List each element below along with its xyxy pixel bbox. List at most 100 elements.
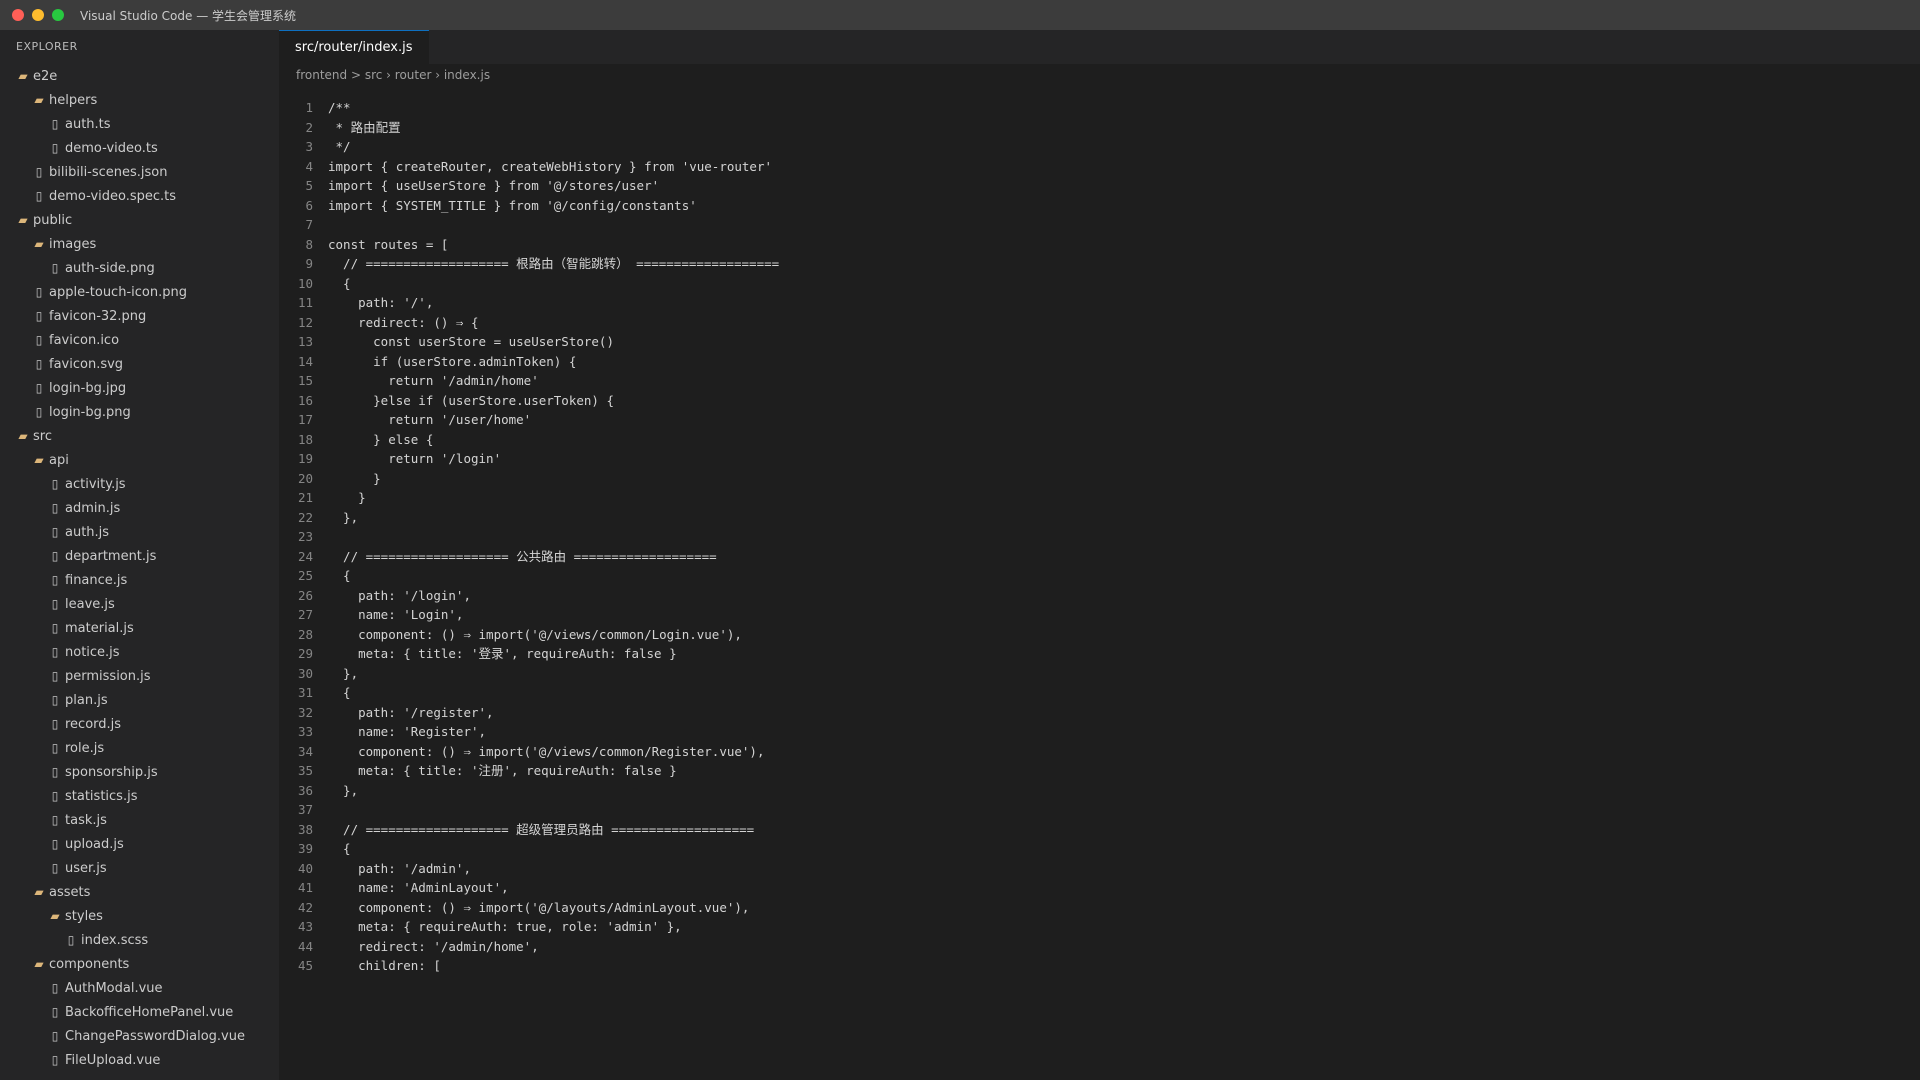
code-line[interactable]: 43 meta: { requireAuth: true, role: 'adm… [279,917,1920,937]
tree-file[interactable]: ▯ FileUpload.vue [0,1048,279,1072]
code-text: */ [328,139,351,154]
tree-file[interactable]: ▯ auth-side.png [0,256,279,280]
tree-file[interactable]: ▯ user.js [0,856,279,880]
code-text: // =================== 超级管理员路由 =========… [328,821,755,837]
tree-file[interactable]: ▯ favicon.svg [0,352,279,376]
code-line[interactable]: 41 name: 'AdminLayout', [279,878,1920,898]
code-line[interactable]: 8 const routes = [ [279,235,1920,255]
tree-file[interactable]: ▯ sponsorship.js [0,760,279,784]
tree-file[interactable]: ▯ leave.js [0,592,279,616]
code-line[interactable]: 28 component: () ⇒ import('@/views/commo… [279,625,1920,645]
tree-file[interactable]: ▯ auth.ts [0,112,279,136]
tree-file[interactable]: ▯ auth.js [0,520,279,544]
file-icon: ▯ [51,861,59,875]
tree-file[interactable]: ▯ material.js [0,616,279,640]
tree-file[interactable]: ▯ finance.js [0,568,279,592]
tree-file[interactable]: ▯ login-bg.jpg [0,376,279,400]
code-line[interactable]: 15 return '/admin/home' [279,371,1920,391]
tree-file[interactable]: ▯ statistics.js [0,784,279,808]
code-line[interactable]: 2 * 路由配置 [279,118,1920,138]
code-line[interactable]: 32 path: '/register', [279,703,1920,723]
tree-file[interactable]: ▯ apple-touch-icon.png [0,280,279,304]
code-line[interactable]: 38 // =================== 超级管理员路由 ======… [279,820,1920,840]
breadcrumb[interactable]: frontend > src › router › index.js [279,64,1920,86]
code-line[interactable]: 34 component: () ⇒ import('@/views/commo… [279,742,1920,762]
tree-folder[interactable]: ▰ src [0,424,279,448]
code-line[interactable]: 19 return '/login' [279,449,1920,469]
tree-file[interactable]: ▯ notice.js [0,640,279,664]
tree-file[interactable]: ▯ activity.js [0,472,279,496]
tree-file[interactable]: ▯ admin.js [0,496,279,520]
tree-file[interactable]: ▯ ChangePasswordDialog.vue [0,1024,279,1048]
code-line[interactable]: 1 /** [279,98,1920,118]
code-line[interactable]: 42 component: () ⇒ import('@/layouts/Adm… [279,898,1920,918]
tab-router-index[interactable]: src/router/index.js [279,30,429,64]
tree-file[interactable]: ▯ permission.js [0,664,279,688]
code-line[interactable]: 18 } else { [279,430,1920,450]
code-line[interactable]: 9 // =================== 根路由（智能跳转） =====… [279,254,1920,274]
tree-file[interactable]: ▯ demo-video.ts [0,136,279,160]
code-line[interactable]: 33 name: 'Register', [279,722,1920,742]
code-line[interactable]: 26 path: '/login', [279,586,1920,606]
code-line[interactable]: 11 path: '/', [279,293,1920,313]
tree-file[interactable]: ▯ plan.js [0,688,279,712]
tree-file[interactable]: ▯ task.js [0,808,279,832]
code-line[interactable]: 22 }, [279,508,1920,528]
code-line[interactable]: 30 }, [279,664,1920,684]
code-line[interactable]: 27 name: 'Login', [279,605,1920,625]
line-number: 16 [297,392,313,408]
tree-file[interactable]: ▯ AuthModal.vue [0,976,279,1000]
tree-folder[interactable]: ▰ images [0,232,279,256]
line-number: 30 [297,665,313,681]
tree-item-label: upload.js [65,836,124,852]
tree-folder[interactable]: ▰ api [0,448,279,472]
code-line[interactable]: 12 redirect: () ⇒ { [279,313,1920,333]
tree-folder[interactable]: ▰ e2e [0,64,279,88]
maximize-window-button[interactable] [52,9,64,21]
code-line[interactable]: 31 { [279,683,1920,703]
code-line[interactable]: 39 { [279,839,1920,859]
tree-file[interactable]: ▯ record.js [0,712,279,736]
tree-file[interactable]: ▯ BackofficeHomePanel.vue [0,1000,279,1024]
code-line[interactable]: 40 path: '/admin', [279,859,1920,879]
tree-folder[interactable]: ▰ components [0,952,279,976]
tree-file[interactable]: ▯ role.js [0,736,279,760]
code-line[interactable]: 35 meta: { title: '注册', requireAuth: fal… [279,761,1920,781]
tree-file[interactable]: ▯ upload.js [0,832,279,856]
file-icon: ▯ [51,645,59,659]
code-line[interactable]: 5 import { useUserStore } from '@/stores/… [279,176,1920,196]
code-line[interactable]: 3 */ [279,137,1920,157]
code-line[interactable]: 14 if (userStore.adminToken) { [279,352,1920,372]
code-line[interactable]: 7 [279,215,1920,235]
code-line[interactable]: 17 return '/user/home' [279,410,1920,430]
code-line[interactable]: 25 { [279,566,1920,586]
code-line[interactable]: 21 } [279,488,1920,508]
tree-file[interactable]: ▯ favicon-32.png [0,304,279,328]
code-line[interactable]: 10 { [279,274,1920,294]
code-line[interactable]: 29 meta: { title: '登录', requireAuth: fal… [279,644,1920,664]
minimize-window-button[interactable] [32,9,44,21]
close-window-button[interactable] [12,9,24,21]
tree-file[interactable]: ▯ department.js [0,544,279,568]
tree-file[interactable]: ▯ index.scss [0,928,279,952]
tree-folder[interactable]: ▰ helpers [0,88,279,112]
code-line[interactable]: 37 [279,800,1920,820]
code-line[interactable]: 45 children: [ [279,956,1920,976]
tree-folder[interactable]: ▰ public [0,208,279,232]
tree-folder[interactable]: ▰ assets [0,880,279,904]
code-line[interactable]: 4 import { createRouter, createWebHistory… [279,157,1920,177]
code-line[interactable]: 6 import { SYSTEM_TITLE } from '@/config/… [279,196,1920,216]
tree-file[interactable]: ▯ favicon.ico [0,328,279,352]
code-editor[interactable]: 1/** 2 * 路由配置 3 */4 import { createRouter, … [279,98,1920,976]
tree-file[interactable]: ▯ demo-video.spec.ts [0,184,279,208]
code-line[interactable]: 24 // =================== 公共路由 =========… [279,547,1920,567]
code-line[interactable]: 44 redirect: '/admin/home', [279,937,1920,957]
code-line[interactable]: 23 [279,527,1920,547]
code-line[interactable]: 16 }else if (userStore.userToken) { [279,391,1920,411]
tree-folder[interactable]: ▰ styles [0,904,279,928]
code-line[interactable]: 13 const userStore = useUserStore() [279,332,1920,352]
code-line[interactable]: 20 } [279,469,1920,489]
tree-file[interactable]: ▯ login-bg.png [0,400,279,424]
code-line[interactable]: 36 }, [279,781,1920,801]
tree-file[interactable]: ▯ bilibili-scenes.json [0,160,279,184]
